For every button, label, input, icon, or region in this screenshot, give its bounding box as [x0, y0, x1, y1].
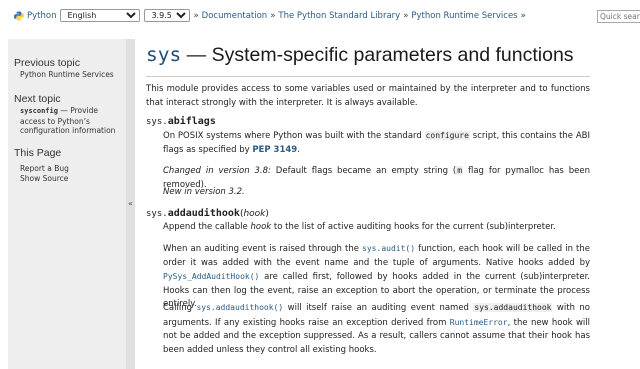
page-title-text: — System-specific parameters and functio… — [181, 44, 574, 66]
previous-topic-link-wrap: Python Runtime Services — [20, 70, 124, 80]
show-source-link[interactable]: Show Source — [20, 174, 68, 183]
addaudithook-paragraph-3: Calling sys.addaudithook() will itself r… — [163, 301, 590, 357]
pysys-addaudithook-link[interactable]: PySys_AddAuditHook() — [163, 272, 259, 281]
changed-label: Changed in version 3.8: — [163, 166, 271, 176]
configure-code: configure — [424, 131, 470, 140]
pep-3149-link[interactable]: PEP 3149 — [252, 145, 297, 155]
sys-addaudithook-link[interactable]: sys.addaudithook() — [196, 303, 283, 312]
breadcrumb-documentation[interactable]: Documentation — [202, 11, 268, 21]
changed-text-a: Default flags became an empty string ( — [270, 166, 457, 176]
version-select[interactable]: 3.9.5 — [144, 9, 191, 22]
nav-bar: Python English 3.9.5 » Documentation » T… — [14, 9, 529, 22]
breadcrumb-runtime-services[interactable]: Python Runtime Services — [411, 11, 517, 21]
abiflags-new-note: New in version 3.2. — [163, 186, 590, 200]
addaudithook-signature: sys.addaudithook(hook) — [146, 208, 269, 219]
p2-text-a: When an auditing event is raised through… — [163, 244, 363, 254]
breadcrumb-separator: » — [403, 10, 409, 21]
hook-param: hook — [243, 209, 266, 219]
new-label: New in version 3.2. — [163, 187, 245, 197]
next-topic-link[interactable]: sysconfig — [20, 107, 58, 115]
addaudithook-p1-a: Append the callable — [163, 222, 251, 232]
abiflags-name: abiflags — [167, 116, 216, 127]
report-bug-link[interactable]: Report a Bug — [20, 164, 69, 173]
title-divider — [146, 76, 590, 77]
next-topic-heading: Next topic — [14, 93, 61, 105]
page-title: sys — System-specific parameters and fun… — [146, 43, 574, 67]
next-topic: sysconfig — Provide access to Python’s c… — [20, 106, 124, 136]
abiflags-desc-a: On POSIX systems where Python was built … — [163, 131, 425, 141]
sidebar: Previous topic Python Runtime Services N… — [8, 39, 126, 369]
abiflags-prefix: sys. — [146, 117, 168, 127]
addaudithook-intro: Append the callable hook to the list of … — [163, 221, 590, 235]
breadcrumb-separator: » — [270, 10, 276, 21]
intro-paragraph: This module provides access to some vari… — [146, 84, 590, 108]
report-bug-wrap: Report a Bug — [20, 164, 124, 174]
search-input[interactable] — [597, 10, 640, 23]
addaudithook-prefix: sys. — [146, 209, 168, 219]
language-select[interactable]: English — [60, 9, 141, 22]
abiflags-desc-c: . — [297, 144, 300, 155]
page-title-module: sys — [146, 43, 182, 66]
brand-link[interactable]: Python — [27, 11, 56, 21]
close-paren: ) — [265, 209, 269, 219]
runtimeerror-link[interactable]: RuntimeError — [450, 318, 508, 327]
event-name-code: sys.addaudithook — [473, 303, 553, 312]
p3-text-a: Calling — [163, 303, 197, 313]
p3-text-b: will itself raise an auditing event name… — [283, 303, 474, 313]
abiflags-description: On POSIX systems where Python was built … — [163, 129, 590, 157]
previous-topic-link[interactable]: Python Runtime Services — [20, 70, 114, 79]
breadcrumb-separator: » — [520, 10, 526, 21]
hook-emphasis: hook — [250, 222, 272, 232]
top-nav: Python English 3.9.5 » Documentation » T… — [0, 0, 640, 33]
breadcrumb-separator: » — [193, 10, 199, 21]
python-logo-icon — [14, 11, 24, 20]
sidebar-collapse-button[interactable]: « — [126, 39, 135, 369]
addaudithook-p1-b: to the list of active auditing hooks for… — [271, 222, 556, 232]
addaudithook-name: addaudithook — [167, 208, 240, 219]
this-page-heading: This Page — [14, 147, 62, 159]
sys-audit-link[interactable]: sys.audit() — [362, 244, 415, 253]
collapse-chevron-icon: « — [128, 199, 133, 208]
abiflags-signature: sys.abiflags — [146, 116, 216, 127]
previous-topic-heading: Previous topic — [14, 57, 80, 69]
show-source-wrap: Show Source — [20, 174, 124, 184]
breadcrumb-standard-library[interactable]: The Python Standard Library — [278, 11, 400, 21]
